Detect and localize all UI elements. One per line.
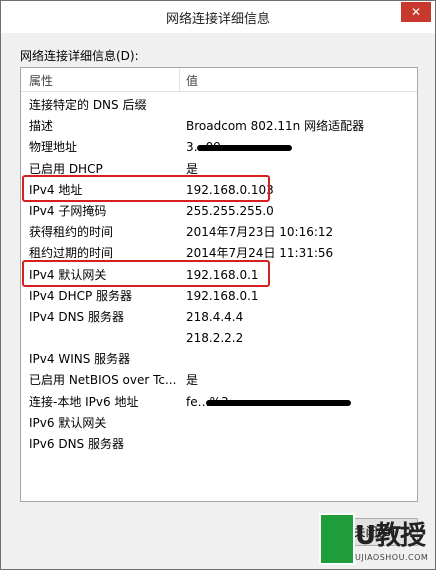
list-row[interactable]: IPv6 默认网关	[21, 413, 417, 434]
row-property: 已启用 NetBIOS over Tc...	[29, 373, 177, 388]
row-property: 描述	[29, 119, 54, 134]
row-property: 物理地址	[29, 140, 78, 155]
list-header: 属性 值	[21, 68, 417, 92]
list-row[interactable]: 已启用 NetBIOS over Tc... 是	[21, 370, 417, 391]
details-dialog: 网络连接详细信息 ✕ 网络连接详细信息(D): 属性 值 连接特定的 DNS 后…	[0, 0, 436, 570]
redaction-mark	[197, 145, 292, 152]
row-property: 连接-本地 IPv6 地址	[29, 394, 139, 409]
row-value: 2014年7月23日 10:16:12	[186, 225, 334, 240]
list-row[interactable]: 获得租约的时间 2014年7月23日 10:16:12	[21, 222, 417, 243]
row-value: 192.168.0.1	[186, 288, 259, 303]
close-icon[interactable]: ✕	[401, 2, 431, 22]
list-row[interactable]: IPv4 DNS 服务器 218.4.4.4	[21, 307, 417, 328]
watermark-url: UJIAOSHOU.COM	[355, 553, 429, 562]
row-value: 218.4.4.4	[186, 309, 244, 324]
row-property: IPv4 DHCP 服务器	[29, 288, 133, 303]
row-property: 连接特定的 DNS 后缀	[29, 98, 147, 112]
row-property: IPv4 WINS 服务器	[29, 352, 131, 367]
list-row[interactable]: IPv4 DHCP 服务器 192.168.0.1	[21, 286, 417, 307]
row-property: IPv4 子网掩码	[29, 203, 107, 218]
group-label: 网络连接详细信息(D):	[20, 49, 139, 63]
list-row[interactable]: IPv4 WINS 服务器	[21, 349, 417, 370]
row-property: IPv4 DNS 服务器	[29, 309, 124, 324]
row-value: 255.255.255.0	[186, 203, 274, 218]
list-row[interactable]: 连接-本地 IPv6 地址fe…%3	[21, 392, 417, 413]
list-row[interactable]: 218.2.2.2	[21, 328, 417, 349]
watermark-badge	[319, 513, 355, 565]
row-property: 获得租约的时间	[29, 225, 114, 240]
list-row[interactable]: IPv4 子网掩码 255.255.255.0	[21, 201, 417, 222]
row-value: 是	[186, 373, 199, 388]
dialog-title: 网络连接详细信息	[165, 12, 270, 27]
column-header-value[interactable]: 值	[186, 72, 198, 89]
list-row[interactable]: IPv6 DNS 服务器	[21, 434, 417, 455]
column-header-property[interactable]: 属性	[29, 72, 53, 89]
default-gateway-highlight	[22, 260, 270, 287]
list-row[interactable]: 连接特定的 DNS 后缀	[21, 95, 417, 116]
row-value: Broadcom 802.11n 网络适配器	[186, 119, 365, 134]
ipv4-address-highlight	[22, 175, 270, 202]
row-property: IPv6 默认网关	[29, 415, 107, 430]
row-value: 218.2.2.2	[186, 331, 244, 346]
row-property: IPv6 DNS 服务器	[29, 437, 124, 451]
title-bar[interactable]: 网络连接详细信息 ✕	[1, 1, 435, 33]
column-divider[interactable]	[179, 68, 180, 91]
watermark-logo: U教授 UJIAOSHOU.COM	[319, 513, 435, 571]
redaction-mark	[206, 399, 351, 406]
watermark-brand: U教授	[355, 521, 426, 551]
list-row[interactable]: 描述 Broadcom 802.11n 网络适配器	[21, 116, 417, 137]
list-row[interactable]: 物理地址3…09	[21, 137, 417, 158]
